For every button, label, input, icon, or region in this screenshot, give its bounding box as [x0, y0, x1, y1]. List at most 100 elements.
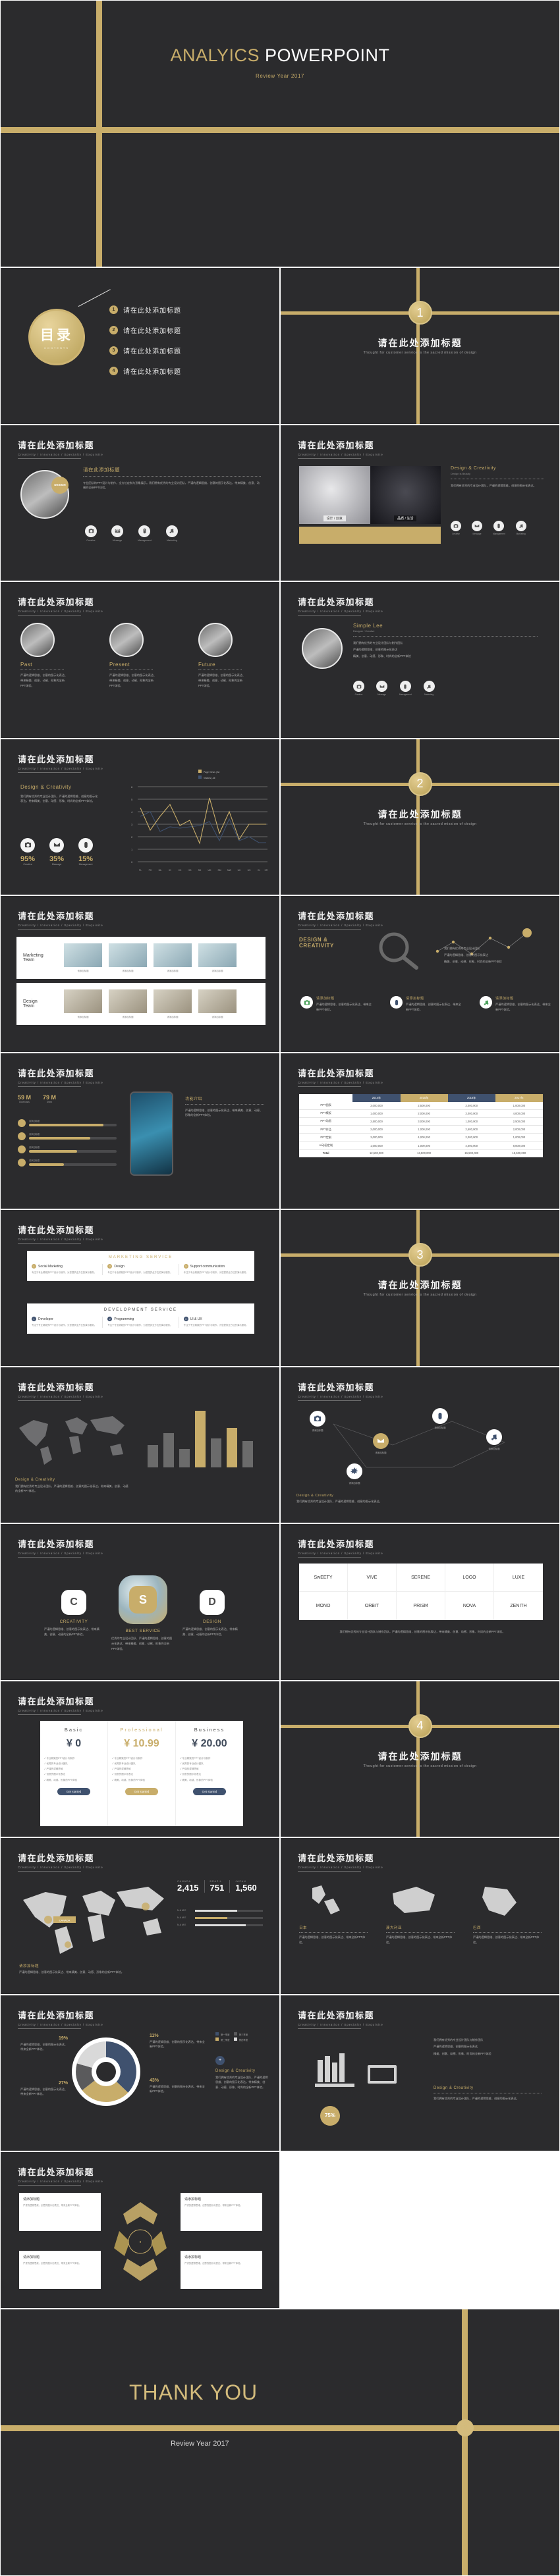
plan-features: ✓ 专业精致的PPT设计与制作 ✓ 优秀的专业设计团队 ✓ 严谨的逻辑思维 ✓ …	[180, 1756, 213, 1781]
slide-title: 请在此处添加标题	[18, 1382, 95, 1392]
cell: 2,000,000	[352, 1125, 401, 1134]
network-node[interactable]: 请添加标题	[432, 1407, 448, 1429]
cycle-card: 请添加标题 严谨的逻辑思维、创意的图示化表达、带来全新PPT体验。	[181, 2251, 262, 2289]
cell: 1,000,000	[352, 1109, 401, 1118]
worldmap-note-body: 严谨的逻辑思维、创意的图示化表达、带来精美、创意、动感、形象的全新PPT体验。	[19, 1970, 124, 1974]
cycle-card: 请添加标题 严谨的逻辑思维、创意的图示化表达、带来全新PPT体验。	[19, 2193, 101, 2231]
data-table: 2014年 2015年 2016年 2017年 PPT图表 3,000,000 2,…	[299, 1093, 543, 1157]
brand-logo: SERENE	[397, 1564, 445, 1592]
team-thumb	[64, 989, 102, 1013]
brazil-map-icon	[482, 1887, 517, 1916]
team-row-marketing: Marketing Team 请添加标题 请添加标题 请添加标题 请添加标题	[16, 937, 266, 979]
legend-label: Visitors | All	[204, 776, 215, 779]
ppf-photo	[198, 623, 233, 657]
stat-label: Message	[51, 862, 62, 866]
books-bullet: 严谨的逻辑思维、创意的图示化表达	[434, 2045, 478, 2049]
slide-subtitle: Creativity / Innovation / Specialty / Ex…	[18, 1552, 103, 1555]
plan-features: ✓ 专业精致的PPT设计与制作 ✓ 优秀的专业设计团队 ✓ 严谨的逻辑思维 ✓ …	[44, 1756, 77, 1781]
svg-text:3: 3	[131, 823, 133, 826]
slide-thank-you: THANK YOU Review Year 2017	[0, 2308, 560, 2576]
svg-text:5: 5	[131, 798, 133, 801]
legend-label: 第四季度	[238, 2038, 248, 2041]
dc-card-title: 请添加标题	[495, 997, 514, 1001]
legend-label: 第三季度	[238, 2033, 248, 2036]
toc-list: 1 请在此处添加标题 2 请在此处添加标题 3 请在此处添加标题 4 请在此处添…	[109, 305, 181, 386]
legend-label: Page Views | All	[204, 770, 220, 774]
slide-pricing: 请在此处添加标题 Creativity / Innovation / Speci…	[0, 1680, 280, 1837]
bar-label: NAME	[177, 1924, 187, 1926]
feature: 严谨的逻辑思维	[182, 1768, 199, 1771]
get-started-button[interactable]: Get started	[57, 1787, 91, 1795]
toc-item[interactable]: 4 请在此处添加标题	[109, 366, 181, 376]
title-rule	[18, 772, 81, 773]
title-rule	[298, 2028, 361, 2029]
mobile-right-body: 严谨的逻辑思维、创意的图示化表达、带来精美、创意、动感、形象的全新PPT体验。	[185, 1108, 263, 1117]
stat-value: 35%	[49, 854, 65, 863]
team-thumb	[154, 943, 192, 967]
dc-bullet: 我们拥有优秀的专业设计团队	[444, 947, 480, 950]
svg-text:SM: SM	[217, 869, 221, 872]
network-node[interactable]: 请添加标题	[310, 1410, 325, 1432]
cycle-card-title: 请添加标题	[23, 2197, 40, 2201]
logo-grid: SwEETY VIVE SERENE LOGO LUXE MONO ORBIT …	[299, 1564, 543, 1620]
marketing-service-card: MARKETING SERVICE 1 Social Marketing 专注于专业…	[27, 1251, 254, 1281]
line-chart-svg: 6 5 4 3 2 1 0 FL PH ML ID CK HG SD UD SM MW UK US IN K…	[131, 785, 268, 872]
csd-item: D DESIGN 严谨的逻辑思维、创意的图示化表达、带来精美、创意、动感的全新P…	[182, 1590, 242, 1637]
slide-title: 请在此处添加标题	[298, 1539, 375, 1549]
slide-services: 请在此处添加标题 Creativity / Innovation / Speci…	[0, 1209, 280, 1367]
image-pair-heading: Design & Creativity	[451, 465, 497, 471]
bar-chart-svg	[148, 1410, 253, 1467]
slide-header: 请在此处添加标题 Creativity / Innovation / Speci…	[18, 2165, 103, 2186]
slide-line-chart: 请在此处添加标题 Creativity / Innovation / Speci…	[0, 738, 280, 895]
get-started-button[interactable]: Get started	[125, 1787, 159, 1795]
cell: 2,000,000	[400, 1109, 448, 1118]
brand-logo: SwEETY	[299, 1564, 348, 1592]
service-label: Design	[114, 1264, 125, 1269]
donut-chart-svg	[72, 2037, 140, 2106]
icon-label: Management	[138, 539, 152, 542]
ty-vertical-bar	[462, 2309, 468, 2575]
slide-deck: ANALYICS POWERPOINT Review Year 2017 目录 …	[0, 0, 560, 2576]
svg-text:ID: ID	[169, 869, 171, 872]
cell: 4,000,000	[447, 1141, 495, 1150]
network-node[interactable]: 请添加标题	[347, 1463, 362, 1485]
country-body: 严谨的逻辑思维、创意的图示化表达、带来全新PPT体验。	[473, 1935, 540, 1944]
toc-item-number: 3	[109, 346, 118, 355]
image-pair-sub: Design is Beauty	[451, 471, 471, 475]
mail-icon	[111, 525, 123, 537]
network-node[interactable]: 请添加标题	[486, 1429, 502, 1450]
dc-heading-2: CREATIVITY	[299, 943, 334, 949]
csd-title: CREATIVITY	[59, 1619, 88, 1624]
cell: 12,500,000	[352, 1149, 401, 1157]
cycle-card-title: 请添加标题	[23, 2255, 40, 2259]
toc-pointer-line	[78, 289, 111, 307]
slide-data-table: 请在此处添加标题 Creativity / Innovation / Speci…	[280, 1052, 560, 1209]
toc-item[interactable]: 3 请在此处添加标题	[109, 346, 181, 355]
bar-label: 请添加标题	[29, 1159, 40, 1162]
toc-badge-en: CONTENTS	[44, 346, 69, 350]
camera-icon	[85, 525, 97, 537]
cover-subtitle: Review Year 2017	[255, 73, 305, 79]
get-started-button[interactable]: Get started	[192, 1787, 227, 1795]
toc-item[interactable]: 1 请在此处添加标题	[109, 305, 181, 315]
toc-item[interactable]: 2 请在此处添加标题	[109, 325, 181, 335]
network-node[interactable]: 请添加标题	[373, 1433, 389, 1454]
slide-subtitle: Creativity / Innovation / Specialty / Ex…	[298, 1866, 383, 1869]
csd-letter: D	[200, 1590, 225, 1615]
service-body: 专注于专业精致的PPT设计与制作，为您提供全方位的演示服务。	[32, 1271, 97, 1274]
camera-icon	[300, 996, 313, 1009]
gear-icon	[347, 1463, 362, 1479]
svg-text:UK: UK	[238, 869, 241, 872]
team-thumb	[64, 943, 102, 967]
slide-subtitle: Creativity / Innovation / Specialty / Ex…	[298, 1394, 383, 1398]
donut-body: 严谨的逻辑思维、创意的图示化表达、带来全新PPT体验。	[150, 2039, 205, 2049]
slide-team: 请在此处添加标题 Creativity / Innovation / Speci…	[0, 895, 280, 1053]
donut-annotation-43: 43% 严谨的逻辑思维、创意的图示化表达、带来全新PPT体验。	[150, 2078, 206, 2095]
profile-rule	[353, 636, 538, 637]
team-thumb-caption: 请添加标题	[211, 970, 223, 972]
slide-donut: 请在此处添加标题 Creativity / Innovation / Speci…	[0, 1994, 280, 2151]
section-title: 请在此处添加标题	[378, 1750, 462, 1762]
slide-header: 请在此处添加标题 Creativity / Innovation / Speci…	[298, 1380, 383, 1401]
svg-text:1: 1	[131, 848, 133, 851]
feature: 精美、动感、形象的PPT体验	[114, 1778, 145, 1781]
